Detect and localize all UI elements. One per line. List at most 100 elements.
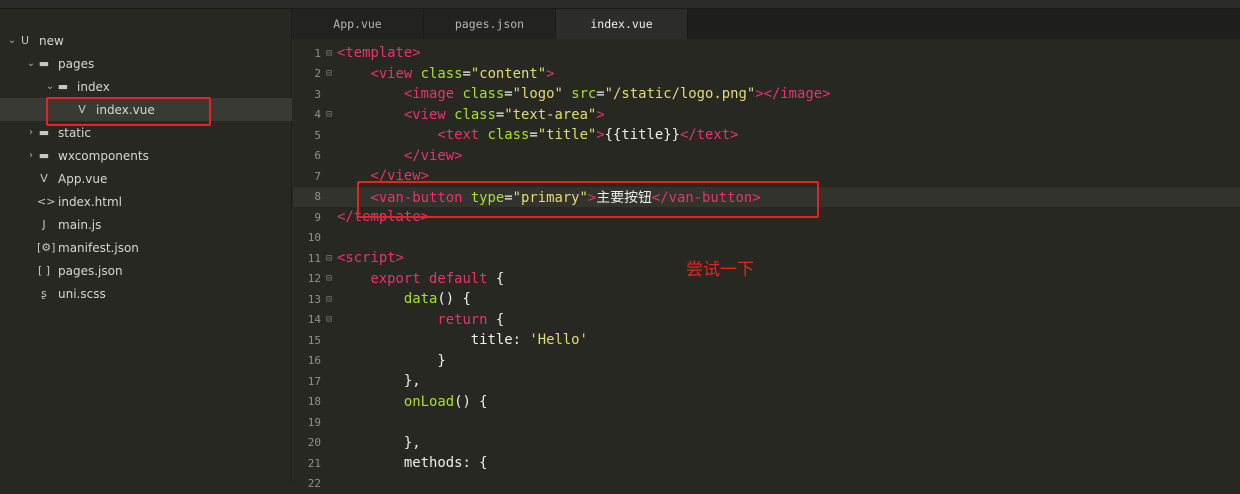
code-text: }, <box>337 373 421 389</box>
token-p: = <box>462 66 470 82</box>
code-line[interactable]: 18 onLoad() { <box>293 392 1240 413</box>
code-editor[interactable]: 1⊟<template>2⊟ <view class="content">3 <… <box>293 39 1240 482</box>
token-p <box>337 291 404 307</box>
code-text: </view> <box>337 148 462 164</box>
tree-item-index[interactable]: ⌄▬ index <box>0 75 292 98</box>
token-p: title: <box>337 332 529 348</box>
code-line[interactable]: 13⊟ data() { <box>293 289 1240 310</box>
token-kw: export default <box>370 271 495 287</box>
chevron-right-icon[interactable]: › <box>25 150 37 161</box>
token-fn: data <box>404 291 437 307</box>
token-p <box>337 394 404 410</box>
code-line[interactable]: 2⊟ <view class="content"> <box>293 64 1240 85</box>
vue-file-icon: V <box>37 172 51 185</box>
tree-item-pages[interactable]: ⌄▬ pages <box>0 52 292 75</box>
code-text: } <box>337 353 446 369</box>
code-line[interactable]: 14⊟ return { <box>293 310 1240 331</box>
tree-item-new[interactable]: ⌄Unew <box>0 29 292 52</box>
code-line[interactable]: 1⊟<template> <box>293 43 1240 64</box>
chevron-down-icon[interactable]: ⌄ <box>25 58 37 69</box>
token-p: methods: { <box>337 455 488 471</box>
line-number: 18 <box>293 395 321 408</box>
fold-icon[interactable]: ⊟ <box>321 294 337 305</box>
html-file-icon: <> <box>37 195 51 208</box>
highlight-box-code <box>357 181 819 218</box>
tree-item-manifest-json[interactable]: [⚙]manifest.json <box>0 236 292 259</box>
token-str: "content" <box>471 66 546 82</box>
tree-item-label: pages <box>58 57 94 71</box>
token-p: }, <box>337 435 421 451</box>
token-p: = <box>504 86 512 102</box>
code-line[interactable]: 4⊟ <view class="text-area"> <box>293 105 1240 126</box>
editor-tabs: App.vuepages.jsonindex.vue <box>292 9 1240 39</box>
token-tag: <image <box>404 86 463 102</box>
annotation-text: 尝试一下 <box>686 255 754 280</box>
line-number: 17 <box>293 375 321 388</box>
fold-icon[interactable]: ⊟ <box>321 253 337 264</box>
code-line[interactable]: 16 } <box>293 351 1240 372</box>
tree-item-wxcomponents[interactable]: ›▬wxcomponents <box>0 144 292 167</box>
token-tag: ></image> <box>755 86 830 102</box>
tab-app-vue[interactable]: App.vue <box>292 9 424 39</box>
tree-item-label: pages.json <box>58 264 123 278</box>
token-p <box>337 127 437 143</box>
code-text: <image class="logo" src="/static/logo.pn… <box>337 86 831 102</box>
token-str: "logo" <box>513 86 572 102</box>
token-p: () { <box>437 291 470 307</box>
fold-icon[interactable]: ⊟ <box>321 109 337 120</box>
chevron-right-icon[interactable]: › <box>25 127 37 138</box>
chevron-down-icon[interactable]: ⌄ <box>44 81 56 92</box>
chevron-down-icon[interactable]: ⌄ <box>6 35 18 46</box>
tree-item-label: uni.scss <box>58 287 106 301</box>
code-line[interactable]: 12⊟ export default { <box>293 269 1240 290</box>
token-fn: onLoad <box>404 394 454 410</box>
fold-icon[interactable]: ⊟ <box>321 314 337 325</box>
code-line[interactable]: 20 }, <box>293 433 1240 454</box>
token-p: {{title}} <box>605 127 680 143</box>
code-line[interactable]: 11⊟<script> <box>293 248 1240 269</box>
token-p <box>337 312 437 328</box>
line-number: 14 <box>293 313 321 326</box>
line-number: 11 <box>293 252 321 265</box>
tree-item-pages-json[interactable]: [ ]pages.json <box>0 259 292 282</box>
line-number: 15 <box>293 334 321 347</box>
highlight-box-file <box>46 97 211 126</box>
tab-index-vue[interactable]: index.vue <box>556 9 688 39</box>
tree-item-label: index <box>77 80 110 94</box>
tree-item-uni-scss[interactable]: ʂuni.scss <box>0 282 292 305</box>
tree-item-index-html[interactable]: <>index.html <box>0 190 292 213</box>
code-line[interactable]: 5 <text class="title">{{title}}</text> <box>293 125 1240 146</box>
code-line[interactable]: 15 title: 'Hello' <box>293 330 1240 351</box>
token-p: { <box>496 271 504 287</box>
code-line[interactable]: 10 <box>293 228 1240 249</box>
tree-item-label: manifest.json <box>58 241 139 255</box>
tree-item-main-js[interactable]: Jmain.js <box>0 213 292 236</box>
token-p: = <box>596 86 604 102</box>
code-text: <template> <box>337 45 421 61</box>
folder-icon: ▬ <box>37 57 51 70</box>
tree-item-label: App.vue <box>58 172 107 186</box>
fold-icon[interactable]: ⊟ <box>321 273 337 284</box>
tab-pages-json[interactable]: pages.json <box>424 9 556 39</box>
token-p: } <box>337 353 446 369</box>
code-line[interactable]: 19 <box>293 412 1240 433</box>
line-number: 1 <box>293 47 321 60</box>
tree-item-label: wxcomponents <box>58 149 149 163</box>
folder-icon: ▬ <box>56 80 70 93</box>
code-line[interactable]: 22 <box>293 474 1240 494</box>
project-icon: U <box>18 34 32 47</box>
tree-item-app-vue[interactable]: V App.vue <box>0 167 292 190</box>
code-line[interactable]: 21 methods: { <box>293 453 1240 474</box>
line-number: 22 <box>293 477 321 490</box>
token-tag: > <box>546 66 554 82</box>
code-text: export default { <box>337 271 504 287</box>
line-number: 20 <box>293 436 321 449</box>
code-line[interactable]: 6 </view> <box>293 146 1240 167</box>
token-p <box>337 107 404 123</box>
fold-icon[interactable]: ⊟ <box>321 48 337 59</box>
fold-icon[interactable]: ⊟ <box>321 68 337 79</box>
code-text: methods: { <box>337 455 488 471</box>
code-line[interactable]: 17 }, <box>293 371 1240 392</box>
token-tag: > <box>596 127 604 143</box>
code-line[interactable]: 3 <image class="logo" src="/static/logo.… <box>293 84 1240 105</box>
